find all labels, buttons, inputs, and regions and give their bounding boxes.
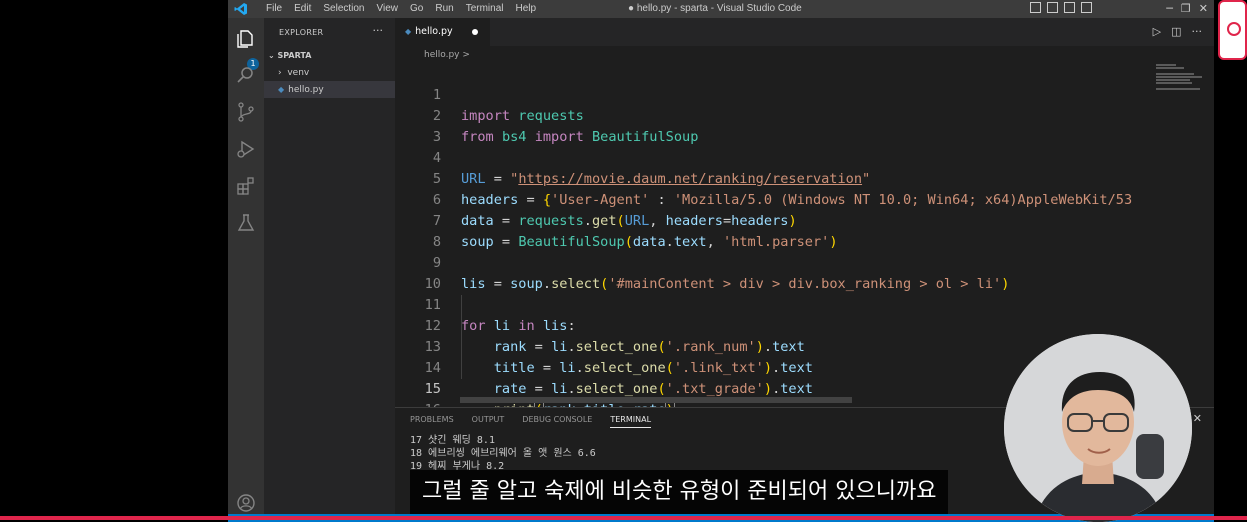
source-control-icon[interactable]	[235, 101, 257, 123]
split-editor-icon[interactable]: ◫	[1171, 25, 1181, 38]
code-line: 2 from bs4 import BeautifulSoup	[432, 108, 699, 145]
code-line: 1 import requests	[432, 87, 584, 124]
maximize-icon[interactable]: ❐	[1181, 2, 1191, 15]
extensions-icon[interactable]	[235, 175, 257, 197]
tab-output[interactable]: OUTPUT	[472, 415, 505, 428]
explorer-title: EXPLORER	[279, 28, 324, 37]
unsaved-dot-icon[interactable]	[472, 29, 478, 35]
terminal-output[interactable]: 17 샷긴 웨딩 8.1 18 에브리씽 에브리웨어 올 앳 원스 6.6 19…	[410, 434, 596, 473]
run-debug-icon[interactable]	[235, 138, 257, 160]
more-editor-actions-icon[interactable]: ···	[1192, 25, 1203, 38]
close-icon[interactable]: ✕	[1199, 2, 1208, 15]
account-icon[interactable]	[235, 492, 257, 514]
side-strip	[1214, 0, 1247, 522]
menu-file[interactable]: File	[260, 3, 288, 15]
code-line: 6 data = requests.get(URL, headers=heade…	[432, 192, 797, 229]
tree-item-venv[interactable]: › venv	[264, 65, 395, 82]
code-editor[interactable]: 1 import requests 2 from bs4 import Beau…	[395, 64, 1155, 419]
notification-card[interactable]	[1218, 0, 1247, 60]
code-line: 12 rank = li.select_one('.rank_num').tex…	[395, 295, 1155, 355]
files-icon[interactable]	[235, 28, 257, 50]
video-subtitle: 그럴 줄 알고 숙제에 비슷한 유형이 준비되어 있으니까요	[410, 470, 949, 514]
vscode-logo-icon	[234, 3, 247, 15]
tree-item-hello-py[interactable]: ◆ hello.py	[264, 81, 395, 98]
menu-selection[interactable]: Selection	[317, 3, 370, 15]
presenter-image	[1004, 334, 1192, 522]
menu-edit[interactable]: Edit	[288, 3, 317, 15]
webcam-video	[1004, 334, 1192, 522]
code-line: 11 for li in lis:	[424, 297, 576, 334]
terminal-line: 18 에브리씽 에브리웨어 올 앳 원스 6.6	[410, 448, 596, 459]
editor-tabs: ◆ hello.py ▷ ◫ ···	[395, 18, 1214, 46]
menu-bar: File Edit Selection View Go Run Terminal…	[260, 3, 542, 15]
toggle-sidebar-icon[interactable]	[1030, 2, 1041, 13]
title-bar: File Edit Selection View Go Run Terminal…	[228, 0, 1214, 18]
testing-icon[interactable]	[235, 212, 257, 234]
menu-view[interactable]: View	[371, 3, 405, 15]
panel-tabs: PROBLEMS OUTPUT DEBUG CONSOLE TERMINAL	[410, 415, 652, 428]
terminal-line: 17 샷긴 웨딩 8.1	[410, 435, 495, 446]
activity-bar: 1	[228, 18, 264, 522]
editor-actions: ▷ ◫ ···	[1153, 25, 1202, 38]
code-line: 10	[424, 276, 441, 292]
menu-terminal[interactable]: Terminal	[460, 3, 510, 15]
code-line: 5 headers = {'User-Agent' : 'Mozilla/5.0…	[432, 171, 1133, 208]
minimap[interactable]	[1156, 64, 1202, 104]
tab-hello-py[interactable]: ◆ hello.py	[395, 18, 490, 46]
python-file-icon: ◆	[278, 85, 285, 94]
tab-debug-console[interactable]: DEBUG CONSOLE	[522, 415, 592, 428]
code-line: 7 soup = BeautifulSoup(data.text, 'html.…	[432, 213, 838, 250]
code-line: 13 title = li.select_one('.link_txt').te…	[395, 316, 1155, 376]
toggle-panel-icon[interactable]	[1047, 2, 1058, 13]
python-file-icon: ◆	[405, 27, 412, 36]
menu-help[interactable]: Help	[510, 3, 543, 15]
chevron-down-icon: ⌄	[268, 51, 275, 60]
code-line: 9 lis = soup.select('#mainContent > div …	[432, 255, 1010, 292]
toggle-secondary-sidebar-icon[interactable]	[1064, 2, 1075, 13]
window-title: ● hello.py - sparta - Visual Studio Code	[628, 3, 802, 14]
more-actions-icon[interactable]: ···	[373, 24, 384, 37]
workspace-folder[interactable]: ⌄ SPARTA	[268, 51, 311, 60]
explorer-sidebar: EXPLORER ··· ⌄ SPARTA › venv ◆ hello.py	[264, 18, 395, 522]
search-icon[interactable]	[235, 64, 257, 86]
check-circle-icon	[1227, 22, 1241, 36]
tab-problems[interactable]: PROBLEMS	[410, 415, 454, 428]
tab-terminal[interactable]: TERMINAL	[610, 415, 652, 428]
close-panel-icon[interactable]: ✕	[1193, 412, 1202, 425]
code-line: 8	[432, 234, 441, 250]
menu-run[interactable]: Run	[429, 3, 459, 15]
code-line: 4 URL = "https://movie.daum.net/ranking/…	[432, 150, 871, 187]
minimize-icon[interactable]: ─	[1166, 2, 1173, 15]
menu-go[interactable]: Go	[404, 3, 429, 15]
run-python-file-icon[interactable]: ▷	[1153, 25, 1161, 38]
horizontal-scrollbar[interactable]	[460, 397, 852, 403]
chevron-right-icon: ›	[278, 68, 282, 78]
video-progress-bar[interactable]	[0, 516, 1247, 520]
layout-controls	[1030, 2, 1092, 13]
breadcrumb[interactable]: hello.py >	[395, 46, 1214, 64]
window-controls: ─ ❐ ✕	[1166, 2, 1208, 15]
code-line: 3	[432, 129, 441, 145]
customize-layout-icon[interactable]	[1081, 2, 1092, 13]
